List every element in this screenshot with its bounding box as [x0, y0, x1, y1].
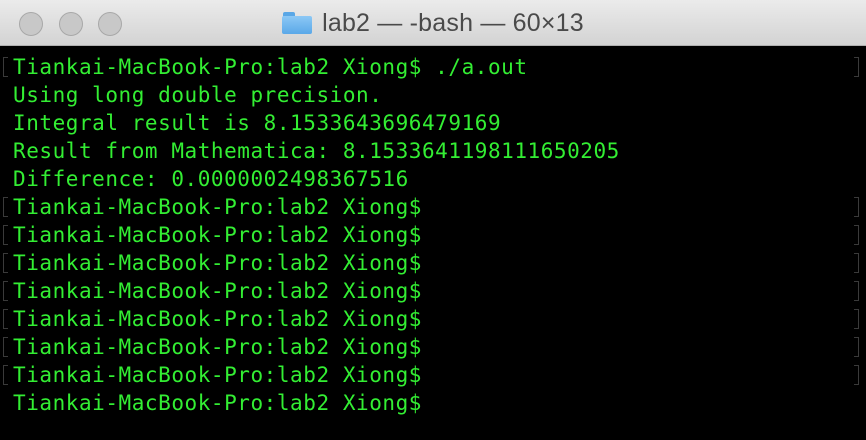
mark-bracket-right [854, 253, 859, 273]
mark-bracket-right [854, 309, 859, 329]
folder-icon [282, 12, 313, 34]
mark-bracket-left [3, 225, 8, 245]
mark-bracket-right [854, 365, 859, 385]
terminal-prompt-line[interactable]: Tiankai-MacBook-Pro:lab2 Xiong$ [13, 389, 422, 417]
terminal-line: Tiankai-MacBook-Pro:lab2 Xiong$ [13, 307, 422, 331]
terminal-line: Tiankai-MacBook-Pro:lab2 Xiong$ [13, 251, 422, 275]
mark-bracket-left [3, 253, 8, 273]
terminal-line: Result from Mathematica: 8.1533641198111… [13, 139, 620, 163]
terminal-line: Tiankai-MacBook-Pro:lab2 Xiong$ [13, 223, 422, 247]
terminal-line: Tiankai-MacBook-Pro:lab2 Xiong$ [13, 335, 422, 359]
mark-bracket-right [854, 225, 859, 245]
mark-bracket-left [3, 309, 8, 329]
mark-bracket-right [854, 337, 859, 357]
window-title-group: lab2 — -bash — 60×13 [0, 0, 866, 46]
mark-bracket-left [3, 281, 8, 301]
mark-bracket-left [3, 337, 8, 357]
terminal-line: Difference: 0.0000002498367516 [13, 167, 409, 191]
terminal-line: Tiankai-MacBook-Pro:lab2 Xiong$ [13, 279, 422, 303]
terminal-line: Tiankai-MacBook-Pro:lab2 Xiong$ [13, 195, 422, 219]
mark-bracket-left [3, 365, 8, 385]
mark-bracket-right [854, 281, 859, 301]
title-bar[interactable]: lab2 — -bash — 60×13 [0, 0, 866, 46]
window-title: lab2 — -bash — 60×13 [322, 8, 584, 37]
terminal-output[interactable]: Tiankai-MacBook-Pro:lab2 Xiong$ ./a.out … [0, 47, 866, 440]
terminal-line: Tiankai-MacBook-Pro:lab2 Xiong$ [13, 363, 422, 387]
terminal-line: Tiankai-MacBook-Pro:lab2 Xiong$ ./a.out [13, 55, 528, 79]
terminal-line: Integral result is 8.1533643696479169 [13, 111, 502, 135]
mark-bracket-right [854, 57, 859, 77]
mark-bracket-left [3, 197, 8, 217]
terminal-line: Using long double precision. [13, 83, 383, 107]
mark-bracket-left [3, 57, 8, 77]
terminal-window: lab2 — -bash — 60×13 Tiankai-MacBook-Pro… [0, 0, 866, 440]
mark-bracket-right [854, 197, 859, 217]
